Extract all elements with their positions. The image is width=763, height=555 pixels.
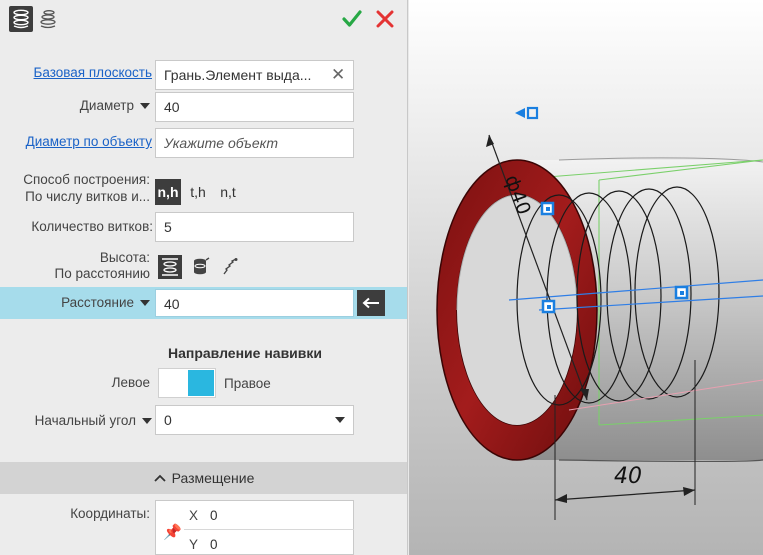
method-t-h-button[interactable]: t,h [185, 179, 211, 205]
y-axis-label: Y [189, 537, 199, 552]
chevron-up-icon [153, 474, 166, 482]
cylinder-icon [194, 257, 210, 275]
pin-icon[interactable]: 📌 [163, 523, 182, 541]
diameter-object-field[interactable]: Укажите объект [155, 128, 354, 158]
method-n-t-button[interactable]: n,t [215, 179, 241, 205]
diameter-label[interactable]: Диаметр [80, 98, 150, 114]
winding-direction-toggle[interactable] [158, 368, 216, 398]
panel-header [0, 0, 407, 38]
base-plane-field[interactable]: Грань.Элемент выда... [155, 60, 354, 90]
x-axis-label: X [189, 508, 199, 523]
winding-right-label: Правое [224, 376, 271, 391]
chevron-down-icon [140, 300, 150, 307]
start-angle-label[interactable]: Начальный угол [35, 413, 152, 429]
length-dimension-label: 40 [614, 464, 642, 489]
spring-icon [223, 258, 238, 275]
confirm-value-button[interactable] [357, 290, 385, 316]
ok-button[interactable] [339, 6, 365, 32]
method-n-h-button[interactable]: n,h [155, 179, 181, 205]
base-plane-link[interactable]: Базовая плоскость [34, 65, 152, 81]
clear-icon[interactable]: ✕ [331, 65, 345, 85]
coordinates-box: 📌 X 0 Y 0 [155, 500, 354, 555]
winding-left-label: Левое [111, 375, 150, 390]
divider [184, 529, 354, 530]
coil-height-icon [162, 258, 178, 276]
placement-title: Размещение [171, 470, 255, 486]
helix-icon [13, 9, 29, 29]
chevron-down-icon [140, 103, 150, 110]
placement-section-header[interactable]: Размещение [0, 462, 407, 494]
check-icon [342, 10, 362, 27]
y-coordinate-input[interactable]: 0 [210, 537, 218, 552]
turns-label: Количество витков: [31, 219, 153, 234]
dropdown-arrow-icon [335, 417, 345, 423]
start-angle-select[interactable]: 0 [155, 405, 354, 435]
distance-input[interactable]: 40 [155, 289, 354, 317]
arrow-left-icon [362, 297, 379, 309]
model-view: ф40 40 [436, 106, 763, 520]
base-plane-value: Грань.Элемент выда... [164, 67, 312, 83]
spiral-helix-icon [40, 10, 56, 29]
height-by-object-button[interactable] [189, 255, 213, 279]
close-icon [376, 10, 394, 28]
3d-viewport[interactable]: ф40 40 [409, 0, 763, 555]
view-origin-marker[interactable] [515, 106, 539, 120]
winding-direction-title: Направление навивки [167, 345, 323, 361]
distance-label[interactable]: Расстояние [61, 295, 150, 311]
diameter-input[interactable]: 40 [155, 92, 354, 122]
toggle-knob [188, 370, 214, 396]
tab-spiral[interactable] [36, 6, 60, 32]
construction-method-sublabel: По числу витков и... [25, 189, 150, 204]
height-by-distance-button[interactable] [158, 255, 182, 279]
chevron-down-icon [142, 418, 152, 425]
construction-method-label: Способ построения: [23, 172, 150, 187]
start-angle-value: 0 [164, 412, 172, 428]
diameter-by-object-link[interactable]: Диаметр по объекту [26, 134, 152, 150]
height-sublabel: По расстоянию [54, 266, 150, 281]
coordinates-label: Координаты: [70, 506, 150, 521]
helix-parameters-panel: Базовая плоскость Грань.Элемент выда... … [0, 0, 408, 555]
height-label: Высота: [99, 250, 150, 265]
x-coordinate-input[interactable]: 0 [210, 508, 218, 523]
turns-input[interactable]: 5 [155, 212, 354, 242]
height-by-vertex-button[interactable] [219, 255, 243, 279]
tab-helix[interactable] [9, 6, 33, 32]
cancel-button[interactable] [372, 6, 398, 32]
